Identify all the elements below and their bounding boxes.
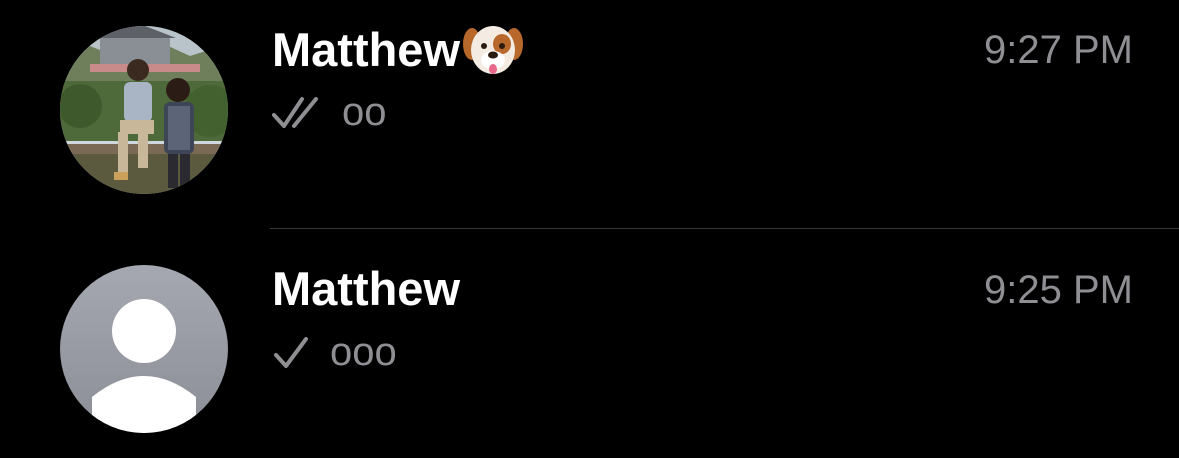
message-preview: ooo: [272, 330, 397, 375]
contact-name-text: Matthew: [272, 22, 460, 76]
message-preview-text: ooo: [330, 330, 397, 374]
message-preview: oo: [272, 90, 387, 135]
default-person-avatar[interactable]: [60, 265, 228, 433]
avatar-photo-image: [60, 26, 228, 194]
contact-name: Matthew: [272, 20, 524, 78]
double-check-icon: [272, 93, 324, 133]
chat-row[interactable]: Matthew 9:25 PM ooo: [0, 229, 1179, 458]
photo-avatar[interactable]: [60, 26, 228, 194]
single-check-icon: [272, 333, 312, 373]
message-time: 9:27 PM: [984, 28, 1133, 72]
message-time: 9:25 PM: [984, 268, 1133, 312]
contact-name: Matthew: [272, 261, 460, 316]
chat-list: Matthew 9:27 PM oo Matthew 9:25 PM ooo: [0, 0, 1179, 458]
chat-row[interactable]: Matthew 9:27 PM oo: [0, 0, 1179, 229]
dog-face-emoji-icon: [462, 20, 524, 78]
person-icon: [60, 265, 228, 433]
contact-name-text: Matthew: [272, 262, 460, 315]
message-preview-text: oo: [342, 90, 387, 134]
